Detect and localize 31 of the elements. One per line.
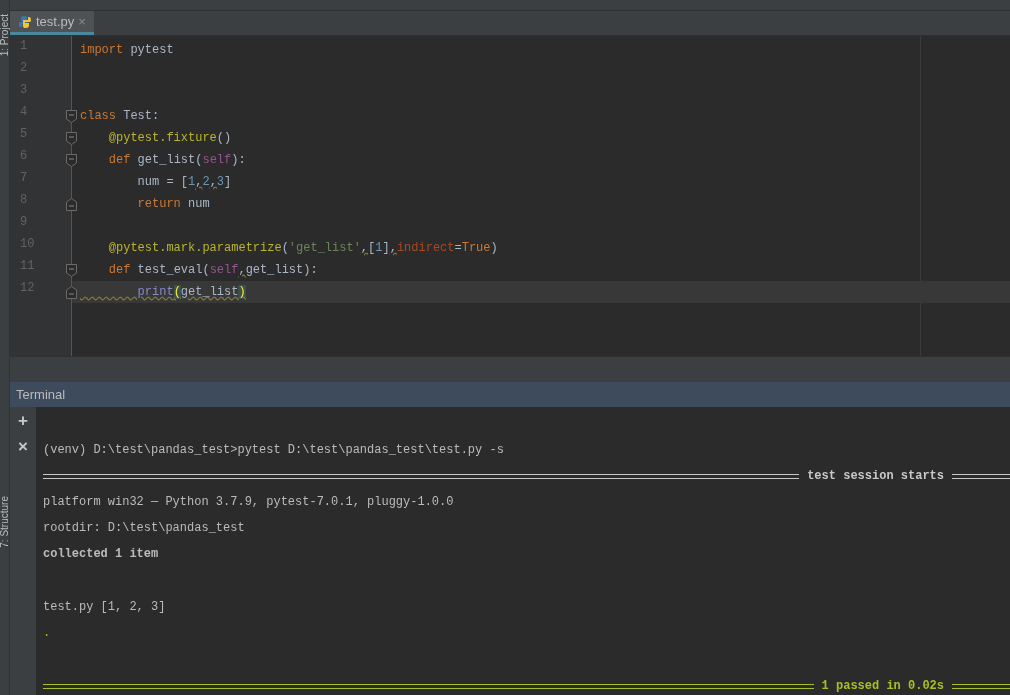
progress-dot: .: [43, 626, 51, 640]
code-line: print(get_list): [136, 285, 246, 299]
file-tab[interactable]: test.py ×: [10, 11, 94, 35]
terminal-tool-button[interactable]: ×: [18, 437, 28, 457]
separator-line: [952, 683, 1010, 689]
command-line: (venv) D:\test\pandas_test>pytest D:\test\pandas_test\test.py -s: [43, 443, 504, 457]
fold-marker-icon[interactable]: [66, 286, 77, 299]
fold-marker-icon[interactable]: [66, 132, 77, 145]
output-line: test.py [1, 2, 3]: [43, 600, 166, 614]
code-line: @pytest.fixture(): [107, 131, 232, 145]
code-line: import pytest: [79, 43, 174, 57]
separator-line: [952, 473, 1010, 479]
terminal-tool-button[interactable]: +: [18, 411, 28, 431]
section-heading: test session starts: [807, 469, 944, 483]
fold-marker-icon[interactable]: [66, 110, 77, 123]
code-line: num = [1,2,3]: [136, 175, 232, 189]
code-line: return num: [136, 197, 210, 211]
section-heading: 1 passed in 0.02s: [821, 678, 944, 695]
output-line: rootdir: D:\test\pandas_test: [43, 521, 245, 535]
tab-label: test.py: [36, 14, 75, 29]
code-line: def test_eval(self,get_list):: [107, 263, 318, 277]
fold-marker-icon[interactable]: [66, 198, 77, 211]
fold-marker-icon[interactable]: [66, 264, 77, 277]
output-line: collected 1 item: [43, 547, 159, 561]
code-line: def get_list(self):: [107, 153, 246, 167]
python-file-icon: [18, 14, 32, 29]
code-line: @pytest.mark.parametrize('get_list',[1],indirect=True): [107, 241, 498, 255]
code-line: class Test:: [79, 109, 160, 123]
fold-marker-icon[interactable]: [66, 154, 77, 167]
panel-title: Terminal: [16, 387, 66, 402]
output-line: platform win32 — Python 3.7.9, pytest-7.0.1, pluggy-1.0.0: [43, 495, 454, 509]
